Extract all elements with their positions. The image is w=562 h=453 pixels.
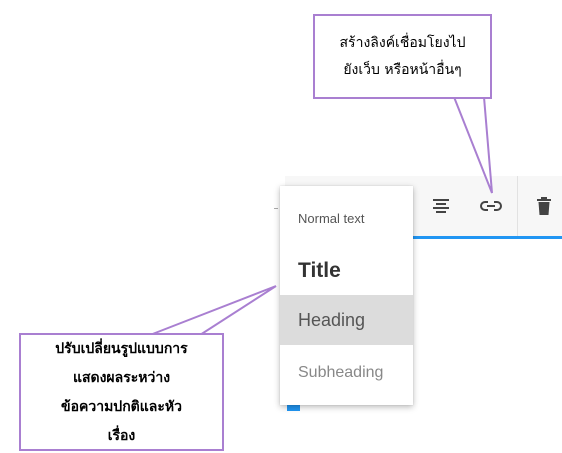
callout-line: ข้อความปกติและหัว: [61, 399, 182, 415]
callout-line: ยังเว็บ หรือหน้าอื่นๆ: [343, 62, 462, 78]
link-callout: สร้างลิงค์เชื่อมโยงไป ยังเว็บ หรือหน้าอื…: [313, 14, 492, 99]
callout-line: เรื่อง: [107, 428, 136, 444]
callout-line: สร้างลิงค์เชื่อมโยงไป: [339, 35, 466, 51]
style-callout-pointer: [149, 285, 277, 336]
callout-line: ปรับเปลี่ยนรูปแบบการ: [55, 341, 188, 357]
link-callout-pointer: [452, 96, 493, 194]
text-style-callout: ปรับเปลี่ยนรูปแบบการ แสดงผลระหว่าง ข้อคว…: [19, 333, 224, 451]
callout-line: แสดงผลระหว่าง: [72, 370, 171, 386]
